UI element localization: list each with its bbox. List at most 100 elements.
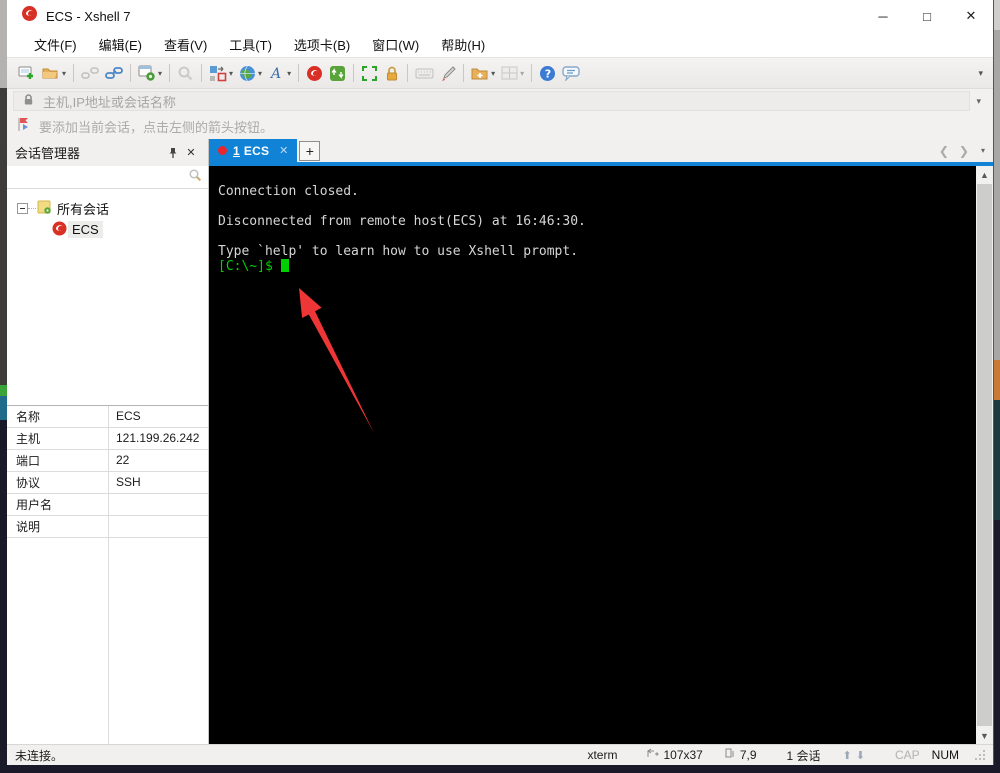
prop-value: SSH bbox=[108, 471, 208, 493]
terminal-prompt: [C:\~]$ bbox=[218, 259, 273, 274]
session-manager-title: 会话管理器 bbox=[15, 146, 81, 161]
tree-item-ecs[interactable]: ECS bbox=[7, 219, 208, 240]
prop-label: 用户名 bbox=[16, 497, 53, 512]
toolbar: ▾ ▾ ▾ ▾ A ▾ ▾ ▾ ? ▾ bbox=[7, 57, 993, 89]
xshell-window: ECS - Xshell 7 ─ □ ✕ 文件(F) 编辑(E) 查看(V) 工… bbox=[7, 0, 994, 765]
find-icon[interactable] bbox=[174, 61, 197, 85]
tile-layout-icon[interactable]: ▾ bbox=[498, 61, 527, 85]
tree-collapse-icon[interactable] bbox=[17, 203, 28, 214]
menu-view[interactable]: 查看(V) bbox=[153, 32, 218, 57]
prop-label: 名称 bbox=[16, 409, 41, 424]
terminal-screen[interactable]: Connection closed. Disconnected from rem… bbox=[209, 166, 976, 744]
session-properties-table: 名称 ECS 主机 121.199.26.242 端口 22 协议 SSH 用户… bbox=[7, 404, 208, 538]
compose-icon[interactable]: ▾ bbox=[206, 61, 236, 85]
lock-icon[interactable] bbox=[381, 61, 403, 85]
menu-file[interactable]: 文件(F) bbox=[23, 32, 88, 57]
prop-value: 121.199.26.242 bbox=[108, 427, 208, 449]
screen-size: 107x37 bbox=[663, 748, 703, 762]
menu-edit[interactable]: 编辑(E) bbox=[88, 32, 153, 57]
keyboard-icon[interactable] bbox=[412, 61, 437, 85]
resize-grip[interactable] bbox=[975, 750, 985, 760]
menu-help[interactable]: 帮助(H) bbox=[430, 32, 496, 57]
prop-label: 端口 bbox=[16, 453, 41, 468]
close-button[interactable]: ✕ bbox=[949, 0, 993, 32]
cursor-position: 7,9 bbox=[739, 748, 757, 762]
fullscreen-icon[interactable] bbox=[358, 61, 381, 85]
open-folder-icon[interactable]: ▾ bbox=[39, 61, 69, 85]
tab-bar: 1 ECS ✕ + ❮ ❯ ▾ bbox=[209, 139, 993, 162]
minimize-button[interactable]: ─ bbox=[861, 0, 905, 32]
search-icon bbox=[188, 168, 202, 187]
session-manager-header: 会话管理器 ✕ bbox=[7, 139, 208, 166]
tab-close-icon[interactable]: ✕ bbox=[279, 144, 288, 157]
new-folder-icon[interactable]: ▾ bbox=[468, 61, 498, 85]
connection-status: 未连接。 bbox=[15, 748, 64, 763]
panel-close-icon[interactable]: ✕ bbox=[182, 144, 200, 162]
scrollbar-thumb[interactable] bbox=[977, 184, 992, 726]
disconnect-icon[interactable] bbox=[78, 61, 102, 85]
terminal-prompt-line: [C:\~]$ bbox=[218, 259, 976, 274]
globe-icon[interactable]: ▾ bbox=[236, 61, 265, 85]
new-tab-button[interactable]: + bbox=[299, 141, 321, 161]
prop-label: 说明 bbox=[16, 519, 41, 534]
caps-lock-indicator: CAP bbox=[894, 748, 920, 762]
table-row: 主机 121.199.26.242 bbox=[7, 427, 208, 450]
terminal-line: Type `help' to learn how to use Xshell p… bbox=[218, 244, 579, 259]
tab-ecs[interactable]: 1 ECS ✕ bbox=[209, 139, 298, 162]
message-icon[interactable] bbox=[559, 61, 584, 85]
new-session-icon[interactable] bbox=[15, 61, 39, 85]
svg-text:?: ? bbox=[545, 67, 551, 80]
all-sessions-label[interactable]: 所有会话 bbox=[53, 198, 113, 219]
help-icon[interactable]: ? bbox=[536, 61, 559, 85]
prop-label: 协议 bbox=[16, 475, 41, 490]
font-icon[interactable]: A ▾ bbox=[265, 61, 294, 85]
ecs-session-label[interactable]: ECS bbox=[68, 221, 103, 238]
terminal-scrollbar[interactable]: ▲ ▼ bbox=[976, 166, 993, 744]
menu-tools[interactable]: 工具(T) bbox=[218, 32, 283, 57]
info-bar-text: 要添加当前会话，点击左侧的箭头按钮。 bbox=[39, 119, 274, 135]
menu-tabs[interactable]: 选项卡(B) bbox=[283, 32, 361, 57]
title-bar: ECS - Xshell 7 ─ □ ✕ bbox=[7, 0, 993, 32]
info-bar: 要添加当前会话，点击左侧的箭头按钮。 bbox=[7, 113, 993, 139]
tab-scroll-left-icon[interactable]: ❮ bbox=[939, 144, 949, 158]
menu-window[interactable]: 窗口(W) bbox=[361, 32, 430, 57]
address-dropdown-icon[interactable]: ▾ bbox=[970, 96, 987, 107]
session-properties-icon[interactable]: ▾ bbox=[135, 61, 165, 85]
properties-empty-area bbox=[7, 537, 208, 745]
prop-value: ECS bbox=[108, 405, 208, 427]
session-nav-arrows-icon[interactable]: ⬆⬇ bbox=[843, 749, 869, 762]
prop-value bbox=[108, 493, 208, 515]
scroll-up-icon[interactable]: ▲ bbox=[976, 166, 993, 183]
xshell-icon[interactable] bbox=[303, 61, 326, 85]
table-row: 端口 22 bbox=[7, 449, 208, 472]
sessions-folder-icon bbox=[36, 199, 53, 218]
tree-item-all-sessions[interactable]: 所有会话 bbox=[7, 198, 208, 219]
svg-text:A: A bbox=[269, 66, 281, 81]
table-row: 说明 bbox=[7, 515, 208, 538]
pin-icon[interactable] bbox=[164, 144, 182, 162]
tab-label: ECS bbox=[243, 143, 270, 158]
tab-number: 1 bbox=[233, 143, 240, 158]
session-ball-icon bbox=[51, 220, 68, 240]
tab-scroll-right-icon[interactable]: ❯ bbox=[959, 144, 969, 158]
prop-label: 主机 bbox=[16, 431, 41, 446]
host-address-input[interactable]: 主机,IP地址或会话名称 bbox=[13, 91, 971, 111]
reconnect-icon[interactable] bbox=[102, 61, 126, 85]
maximize-button[interactable]: □ bbox=[905, 0, 949, 32]
tab-list-dropdown-icon[interactable]: ▾ bbox=[981, 146, 985, 155]
table-row: 用户名 bbox=[7, 493, 208, 516]
session-search-input[interactable] bbox=[7, 166, 208, 189]
terminal-line: Disconnected from remote host(ECS) at 16… bbox=[218, 214, 586, 229]
background-left-strip bbox=[0, 0, 7, 773]
scroll-down-icon[interactable]: ▼ bbox=[976, 727, 993, 744]
screen-size-icon bbox=[647, 748, 660, 762]
status-bar: 未连接。 xterm 107x37 7,9 1 会话 ⬆⬇ CAP NUM bbox=[7, 744, 993, 765]
cursor-position-icon bbox=[725, 748, 736, 762]
xftp-icon[interactable] bbox=[326, 61, 349, 85]
table-row: 协议 SSH bbox=[7, 471, 208, 494]
highlighter-icon[interactable] bbox=[437, 61, 459, 85]
toolbar-overflow-icon[interactable]: ▾ bbox=[978, 68, 987, 79]
background-right-strip bbox=[994, 0, 1000, 773]
